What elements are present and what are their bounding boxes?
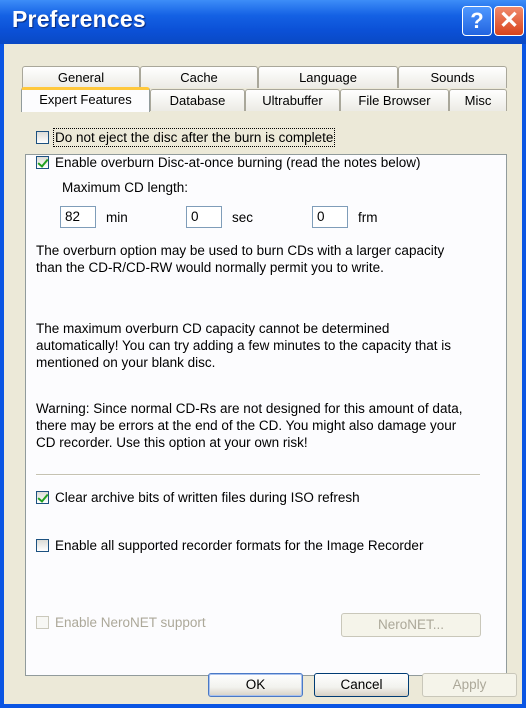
capacity-note-line: The maximum overburn CD capacity cannot …: [36, 321, 390, 336]
window-title: Preferences: [12, 6, 146, 32]
overburn-note: The overburn option may be used to burn …: [36, 242, 476, 276]
clear-archive-label: Clear archive bits of written files duri…: [55, 490, 360, 505]
all-formats-label: Enable all supported recorder formats fo…: [55, 538, 424, 553]
close-button[interactable]: ✕: [494, 6, 524, 36]
clear-archive-option[interactable]: Clear archive bits of written files duri…: [36, 490, 360, 505]
no-eject-checkbox[interactable]: [36, 131, 49, 144]
warning-note-line: there may be errors at the end of the CD…: [36, 418, 457, 433]
overburn-note-line: than the CD-R/CD-RW would normally permi…: [36, 260, 384, 275]
overburn-checkbox[interactable]: [36, 156, 49, 169]
apply-button: Apply: [422, 673, 517, 697]
help-button[interactable]: ?: [462, 6, 492, 36]
warning-note: Warning: Since normal CD-Rs are not desi…: [36, 400, 476, 451]
warning-note-line: Warning: Since normal CD-Rs are not desi…: [36, 401, 463, 416]
minutes-unit: min: [106, 210, 128, 225]
tab-sounds[interactable]: Sounds: [398, 66, 507, 88]
clear-archive-checkbox[interactable]: [36, 491, 49, 504]
capacity-note-line: mentioned on your blank disc.: [36, 355, 216, 370]
warning-note-line: CD recorder. Use this option at your own…: [36, 435, 308, 450]
neronet-button: NeroNET...: [341, 613, 481, 637]
no-eject-option[interactable]: Do not eject the disc after the burn is …: [36, 128, 336, 147]
overburn-label: Enable overburn Disc-at-once burning (re…: [55, 155, 421, 170]
neronet-label: Enable NeroNET support: [55, 615, 206, 630]
tab-general[interactable]: General: [22, 66, 140, 88]
cancel-button[interactable]: Cancel: [314, 673, 409, 697]
no-eject-label: Do not eject the disc after the burn is …: [52, 128, 336, 147]
tab-ultrabuffer[interactable]: Ultrabuffer: [245, 89, 340, 111]
neronet-option: Enable NeroNET support: [36, 615, 206, 630]
frames-input[interactable]: 0: [312, 206, 348, 228]
all-formats-checkbox[interactable]: [36, 539, 49, 552]
all-formats-option[interactable]: Enable all supported recorder formats fo…: [36, 538, 423, 553]
preferences-window: Preferences ? ✕ General Cache Language S…: [0, 0, 526, 708]
tab-language[interactable]: Language: [258, 66, 398, 88]
separator: [36, 474, 480, 476]
capacity-note-line: automatically! You can try adding a few …: [36, 338, 451, 353]
tab-database[interactable]: Database: [150, 89, 245, 111]
tab-misc[interactable]: Misc: [449, 89, 507, 111]
question-icon: ?: [470, 8, 484, 33]
seconds-input[interactable]: 0: [186, 206, 222, 228]
close-icon: ✕: [498, 7, 520, 34]
ok-button[interactable]: OK: [208, 673, 303, 697]
overburn-option[interactable]: Enable overburn Disc-at-once burning (re…: [36, 155, 420, 170]
seconds-unit: sec: [232, 210, 254, 225]
max-cd-length-label: Maximum CD length:: [62, 180, 189, 195]
frames-unit: frm: [358, 210, 378, 225]
tab-cache[interactable]: Cache: [140, 66, 258, 88]
overburn-note-line: The overburn option may be used to burn …: [36, 243, 445, 258]
capacity-note: The maximum overburn CD capacity cannot …: [36, 320, 476, 371]
title-bar[interactable]: Preferences ? ✕: [0, 0, 526, 44]
tab-expert-features[interactable]: Expert Features: [21, 87, 150, 112]
neronet-checkbox: [36, 616, 49, 629]
minutes-input[interactable]: 82: [60, 206, 96, 228]
tab-file-browser[interactable]: File Browser: [340, 89, 449, 111]
